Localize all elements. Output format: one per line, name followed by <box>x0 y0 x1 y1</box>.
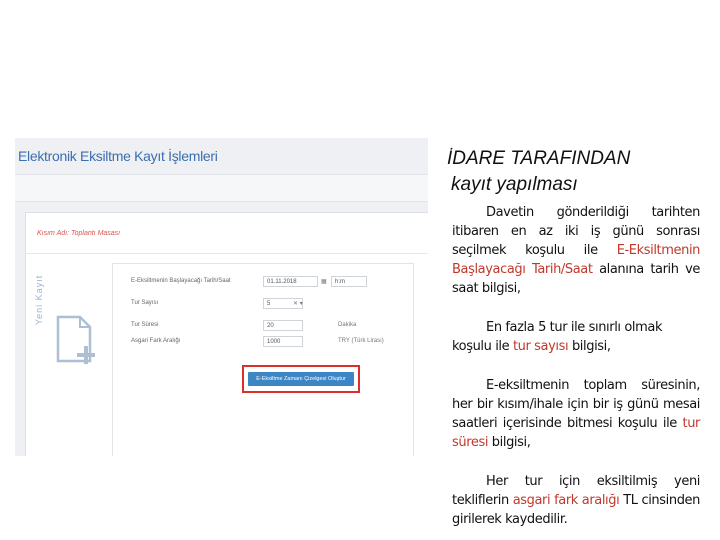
heading-line-1: İDARE TARAFINDAN <box>447 148 631 169</box>
start-time-input[interactable]: h:m <box>331 276 367 287</box>
heading-line-2: kayıt yapılması <box>451 174 578 195</box>
round-duration-label: Tur Süresi <box>131 322 159 328</box>
toolbar-strip <box>15 174 428 202</box>
paragraph-round-count: En fazla 5 tur ile sınırlı olmak koşulu … <box>452 318 700 356</box>
record-panel: Kısım Adı: Toplantı Masası Yeni Kayıt E-… <box>25 212 428 456</box>
p4-highlight: asgari fark aralığı <box>512 493 620 508</box>
min-difference-input[interactable]: 1000 <box>263 336 303 347</box>
form-screenshot: Elektronik Eksiltme Kayıt İşlemleri Kısı… <box>15 138 428 456</box>
slide-heading: İDARE TARAFINDAN kayıt yapılması <box>447 146 717 198</box>
p3-tail: bilgisi, <box>488 435 531 450</box>
highlight-box: E-Eksiltme Zamanı Çizelgesi Oluştur <box>242 365 360 393</box>
start-datetime-label: E-Eksiltmenin Başlayacağı Tarih/Saat <box>131 278 231 284</box>
section-title: Kısım Adı: Toplantı Masası <box>37 230 121 237</box>
p2-tail: bilgisi, <box>568 339 611 354</box>
min-difference-unit: TRY (Türk Lirası) <box>338 338 384 344</box>
new-record-label: Yeni Kayıt <box>34 274 44 325</box>
round-count-label: Tur Sayısı <box>131 300 159 306</box>
paragraph-start-date: Davetin gönderildiği tarihten itibaren e… <box>452 203 700 298</box>
start-date-input[interactable]: 01.11.2018 <box>263 276 318 287</box>
paragraph-min-difference: Her tur için eksiltilmiş yeni teklifleri… <box>452 472 700 529</box>
chevron-down-icon[interactable]: ✕ ▾ <box>293 300 303 307</box>
paragraph-round-duration: E-eksiltmenin toplam süresinin, her bir … <box>452 376 700 452</box>
screenshot-title: Elektronik Eksiltme Kayıt İşlemleri <box>18 148 218 164</box>
new-document-icon <box>56 315 95 364</box>
round-duration-input[interactable]: 20 <box>263 320 303 331</box>
p2-highlight: tur sayısı <box>512 339 569 354</box>
auction-form: E-Eksiltmenin Başlayacağı Tarih/Saat 01.… <box>112 263 414 456</box>
min-difference-label: Asgari Fark Aralığı <box>131 338 181 344</box>
round-duration-unit: Dakika <box>338 322 357 328</box>
p3-text: E-eksiltmenin toplam süresinin, her bir … <box>452 378 700 431</box>
create-schedule-button[interactable]: E-Eksiltme Zamanı Çizelgesi Oluştur <box>248 372 354 386</box>
panel-header: Kısım Adı: Toplantı Masası <box>26 213 428 254</box>
calendar-icon[interactable]: ▦ <box>321 278 327 285</box>
